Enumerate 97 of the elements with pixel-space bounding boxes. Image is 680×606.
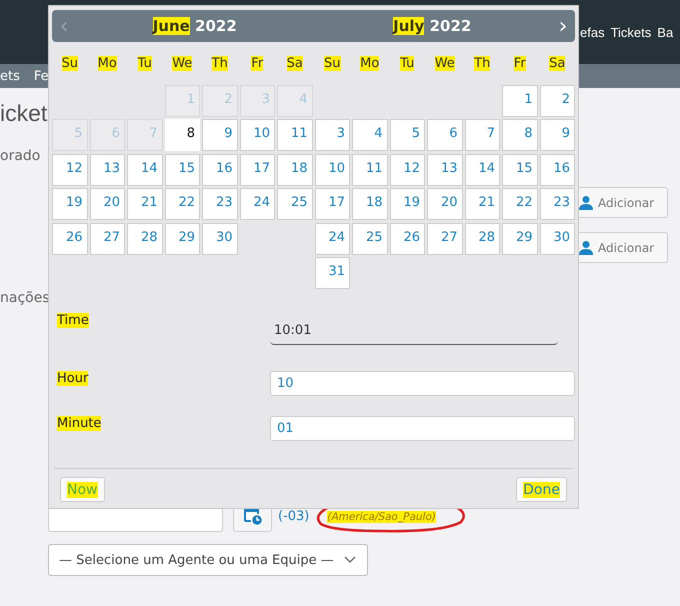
next-month-button[interactable]: › xyxy=(551,12,575,40)
day-cell: 1 xyxy=(164,84,200,116)
day-cell[interactable]: 12 xyxy=(52,154,88,186)
day-cell[interactable]: 19 xyxy=(390,188,425,220)
day-cell[interactable]: 27 xyxy=(90,222,125,254)
day-cell[interactable]: 9 xyxy=(202,119,238,151)
day-cell[interactable]: 13 xyxy=(427,154,462,186)
weekday-label: Fr xyxy=(514,56,526,71)
day-cell: 2 xyxy=(202,84,238,116)
weekday-label: Su xyxy=(324,56,340,71)
day-cell[interactable]: 28 xyxy=(464,222,500,254)
utc-offset-label: (-03) xyxy=(278,508,310,524)
nav-link[interactable]: efas xyxy=(580,24,605,40)
day-cell[interactable]: 15 xyxy=(502,154,538,186)
day-cell[interactable]: 25 xyxy=(352,222,388,254)
day-cell[interactable]: 27 xyxy=(427,222,462,254)
chevron-down-icon xyxy=(344,556,356,564)
day-cell[interactable]: 22 xyxy=(502,188,538,220)
day-cell[interactable]: 24 xyxy=(314,222,350,254)
nav-link[interactable]: ets xyxy=(0,68,20,84)
weekday-label: We xyxy=(172,56,192,71)
day-cell[interactable]: 17 xyxy=(314,188,350,220)
day-cell[interactable]: 18 xyxy=(352,188,388,220)
time-display: 10:01 xyxy=(270,323,558,345)
day-cell[interactable]: 19 xyxy=(52,188,88,220)
section-label: nações xyxy=(0,290,48,306)
day-cell[interactable]: 10 xyxy=(314,154,350,186)
field-label: Minute xyxy=(57,416,102,431)
section-label: orado xyxy=(0,148,42,164)
day-cell[interactable]: 11 xyxy=(352,154,388,186)
nav-link[interactable]: Fe xyxy=(34,68,49,84)
nav-link[interactable]: Tickets xyxy=(610,24,652,40)
now-button[interactable]: Now xyxy=(60,477,104,502)
day-cell[interactable]: 24 xyxy=(240,188,275,220)
day-cell[interactable]: 9 xyxy=(540,119,575,151)
day-cell[interactable]: 3 xyxy=(314,119,350,151)
day-cell[interactable]: 17 xyxy=(240,154,275,186)
day-cell: 6 xyxy=(90,119,125,151)
day-cell[interactable]: 16 xyxy=(540,154,575,186)
day-cell[interactable]: 29 xyxy=(164,222,200,254)
day-cell[interactable]: 14 xyxy=(464,154,500,186)
day-cell[interactable]: 20 xyxy=(427,188,462,220)
weekday-label: Tu xyxy=(400,56,414,71)
person-icon xyxy=(578,194,594,210)
day-cell[interactable]: 2 xyxy=(540,84,575,116)
day-cell[interactable]: 20 xyxy=(90,188,125,220)
day-cell[interactable]: 23 xyxy=(540,188,575,220)
day-cell[interactable]: 1 xyxy=(502,84,538,116)
day-cell[interactable]: 26 xyxy=(52,222,88,254)
day-cell[interactable]: 15 xyxy=(164,154,200,186)
page-heading: icket xyxy=(0,100,48,127)
day-cell[interactable]: 23 xyxy=(202,188,238,220)
day-cell: 3 xyxy=(240,84,275,116)
day-cell[interactable]: 10 xyxy=(240,119,275,151)
timezone-label: (America/Sao_Paulo) xyxy=(327,510,436,522)
weekday-label: Sa xyxy=(549,56,566,71)
month-title: July 2022 xyxy=(391,17,472,35)
day-cell[interactable]: 25 xyxy=(277,188,312,220)
day-cell[interactable]: 12 xyxy=(390,154,425,186)
day-cell[interactable]: 13 xyxy=(90,154,125,186)
weekday-label: Mo xyxy=(98,56,117,71)
day-cell[interactable]: 28 xyxy=(127,222,162,254)
day-cell[interactable]: 30 xyxy=(202,222,238,254)
weekday-label: Su xyxy=(62,56,78,71)
day-cell: 5 xyxy=(52,119,88,151)
day-cell[interactable]: 6 xyxy=(427,119,462,151)
day-cell[interactable]: 26 xyxy=(390,222,425,254)
day-cell[interactable]: 21 xyxy=(127,188,162,220)
weekday-label: Sa xyxy=(286,56,303,71)
nav-link[interactable]: Ba xyxy=(657,24,674,40)
day-cell[interactable]: 18 xyxy=(277,154,312,186)
time-input-field[interactable]: 01 xyxy=(270,416,575,441)
day-cell: 4 xyxy=(277,84,312,116)
day-cell[interactable]: 7 xyxy=(464,119,500,151)
person-icon xyxy=(578,240,594,256)
day-cell[interactable]: 31 xyxy=(314,257,350,289)
day-cell[interactable]: 5 xyxy=(390,119,425,151)
day-cell[interactable]: 4 xyxy=(352,119,388,151)
done-button[interactable]: Done xyxy=(516,477,567,502)
day-cell[interactable]: 8 xyxy=(164,119,200,151)
day-cell[interactable]: 22 xyxy=(164,188,200,220)
weekday-label: Th xyxy=(474,56,490,71)
day-cell[interactable]: 21 xyxy=(464,188,500,220)
time-input-field[interactable]: 10 xyxy=(270,371,575,396)
add-button[interactable]: Adicionar xyxy=(576,232,668,263)
agent-select[interactable]: — Selecione um Agente ou uma Equipe — xyxy=(48,544,368,576)
day-cell[interactable]: 29 xyxy=(502,222,538,254)
day-cell: 7 xyxy=(127,119,162,151)
day-cell[interactable]: 14 xyxy=(127,154,162,186)
add-button[interactable]: Adicionar xyxy=(576,187,668,218)
weekday-label: Mo xyxy=(360,56,380,71)
day-cell[interactable]: 30 xyxy=(540,222,575,254)
day-cell[interactable]: 11 xyxy=(277,119,312,151)
weekday-label: We xyxy=(434,56,455,71)
day-cell[interactable]: 8 xyxy=(502,119,538,151)
day-cell[interactable]: 16 xyxy=(202,154,238,186)
time-label: Time xyxy=(57,313,89,328)
